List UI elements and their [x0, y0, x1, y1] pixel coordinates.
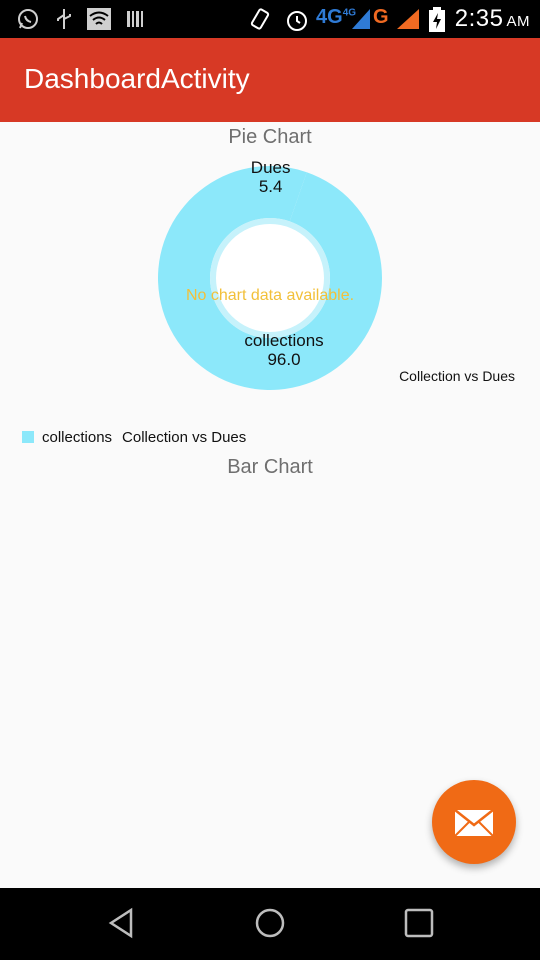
mail-fab-button[interactable]	[432, 780, 516, 864]
barcode-icon	[127, 11, 143, 27]
whatsapp-icon	[18, 9, 38, 29]
home-icon[interactable]	[254, 906, 288, 940]
chart-description: Collection vs Dues	[399, 368, 515, 384]
pie-slice-name-label: collections	[244, 331, 323, 350]
wifi-icon	[87, 8, 111, 30]
pie-hole	[216, 224, 324, 332]
vibrate-icon	[250, 8, 270, 30]
signal-icon	[352, 9, 370, 29]
status-bar: 4G4G G 2:35 AM	[0, 0, 540, 38]
usb-icon	[57, 9, 71, 29]
legend-swatch	[22, 431, 34, 443]
recents-icon[interactable]	[403, 906, 437, 940]
signal-icon	[397, 9, 419, 29]
app-bar: DashboardActivity	[0, 38, 540, 122]
alarm-icon	[287, 11, 307, 31]
mail-icon	[454, 809, 494, 837]
app-title: DashboardActivity	[24, 63, 250, 94]
network-g-label: G	[373, 6, 389, 28]
navigation-bar	[0, 888, 540, 960]
chart-legend: collections Collection vs Dues	[22, 428, 246, 446]
back-icon[interactable]	[106, 906, 136, 940]
legend-dataset-label: Collection vs Dues	[122, 428, 247, 446]
clock: 2:35 AM	[454, 5, 530, 32]
legend-label: collections	[42, 428, 113, 446]
pie-slice-value-label: 96.0	[267, 350, 300, 369]
bar-chart-title: Bar Chart	[227, 456, 313, 478]
network-4g-label: 4G4G	[316, 6, 357, 28]
battery-charging-icon	[429, 7, 445, 32]
pie-slice-name-label: Dues	[251, 158, 291, 177]
no-data-message: No chart data available.	[186, 287, 354, 304]
pie-chart-title: Pie Chart	[228, 126, 312, 148]
pie-slice-value-label: 5.4	[259, 177, 283, 196]
